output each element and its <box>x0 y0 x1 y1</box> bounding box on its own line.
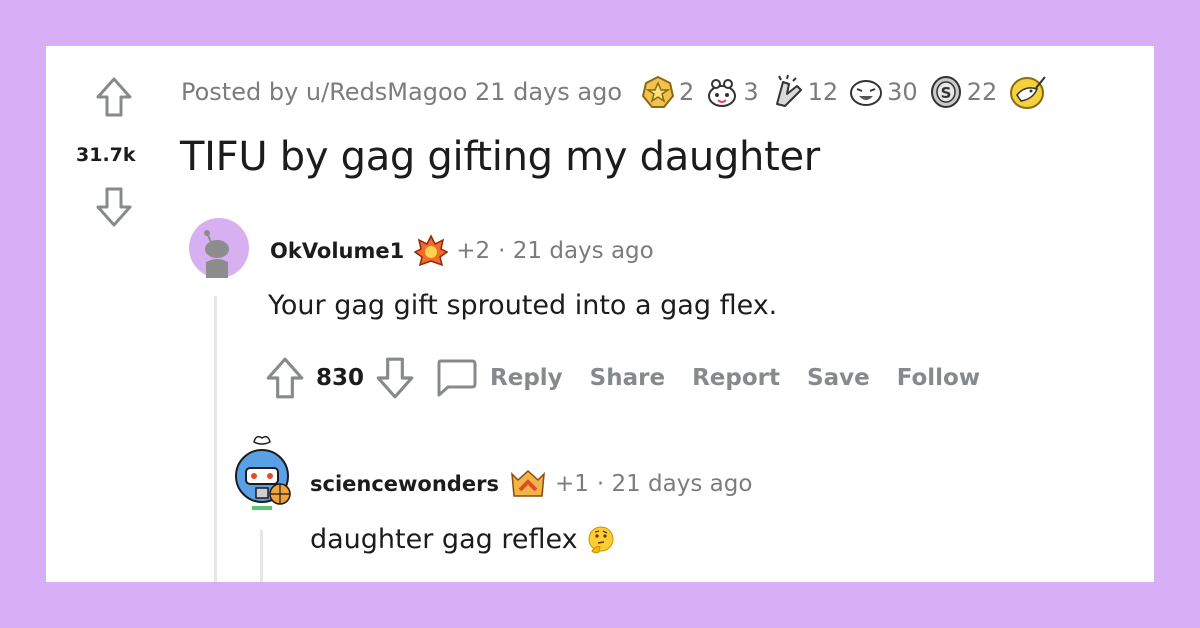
award-bless-up[interactable]: 12 <box>769 74 839 110</box>
comment-header: OkVolume1 +2 · 21 days ago <box>270 234 654 268</box>
award-count: 22 <box>966 78 998 106</box>
fire-award-icon[interactable] <box>414 234 449 268</box>
comment-text: Your gag gift sprouted into a gag flex. <box>268 290 778 321</box>
award-count: 30 <box>887 78 918 106</box>
award-gold-star[interactable]: 2 <box>640 74 694 110</box>
comment-timestamp[interactable]: · 21 days ago <box>498 238 654 264</box>
avatar[interactable] <box>189 218 249 278</box>
award-silver-coin[interactable]: S 22 <box>928 74 998 110</box>
award-wholesome[interactable]: 3 <box>704 74 759 110</box>
svg-text:S: S <box>940 84 951 102</box>
award-count: 2 <box>679 78 695 106</box>
comment-score-delta: +1 <box>554 471 589 497</box>
follow-button[interactable]: Follow <box>897 365 980 391</box>
comment-actions: 830 Reply Share Report Save Follow <box>264 356 1007 400</box>
thread-line[interactable] <box>214 296 217 582</box>
bless-up-award-icon <box>775 74 802 107</box>
comment-vote-count: 830 <box>316 365 365 391</box>
award-count: 12 <box>807 78 839 106</box>
upvote-arrow-icon[interactable] <box>94 76 134 118</box>
post-score: 31.7k <box>76 144 136 166</box>
narwhal-award-icon <box>1010 76 1047 109</box>
gold-star-award-icon <box>641 75 675 108</box>
comment-downvote-icon[interactable] <box>374 356 416 400</box>
post-card: 31.7k Posted by u/RedsMagoo 21 days ago … <box>46 46 1154 582</box>
rank-chevron-award-icon[interactable] <box>509 468 547 500</box>
wholesome-award-icon <box>708 79 737 107</box>
avatar[interactable] <box>232 432 300 512</box>
comment-upvote-icon[interactable] <box>264 356 306 400</box>
comment-username[interactable]: OkVolume1 <box>270 239 404 263</box>
award-narwhal[interactable] <box>1007 73 1050 111</box>
share-button[interactable]: Share <box>590 365 665 391</box>
post-meta: Posted by u/RedsMagoo 21 days ago 2 3 12… <box>181 73 1050 111</box>
comment-score-delta: +2 <box>456 238 491 264</box>
reply-button[interactable]: Reply <box>490 365 563 391</box>
post-title[interactable]: TIFU by gag gifting my daughter <box>180 134 820 180</box>
downvote-arrow-icon[interactable] <box>94 186 134 228</box>
award-laughing-face[interactable]: 30 <box>848 74 918 110</box>
thread-line-nested[interactable] <box>260 530 263 582</box>
comment-text: daughter gag reflex <box>310 524 578 555</box>
comment-username[interactable]: sciencewonders <box>310 472 499 496</box>
comment-text-row: daughter gag reflex <box>310 524 616 555</box>
award-count: 3 <box>743 78 759 106</box>
comment-timestamp[interactable]: · 21 days ago <box>597 471 753 497</box>
report-button[interactable]: Report <box>692 365 780 391</box>
comment-header: sciencewonders +1 · 21 days ago <box>310 468 752 500</box>
posted-by-text[interactable]: Posted by u/RedsMagoo 21 days ago <box>181 78 622 106</box>
comment-bubble-icon[interactable] <box>434 357 478 399</box>
thinking-face-icon <box>588 526 614 553</box>
silver-coin-award-icon: S <box>930 76 961 108</box>
save-button[interactable]: Save <box>807 365 870 391</box>
laughing-face-award-icon <box>850 80 883 106</box>
